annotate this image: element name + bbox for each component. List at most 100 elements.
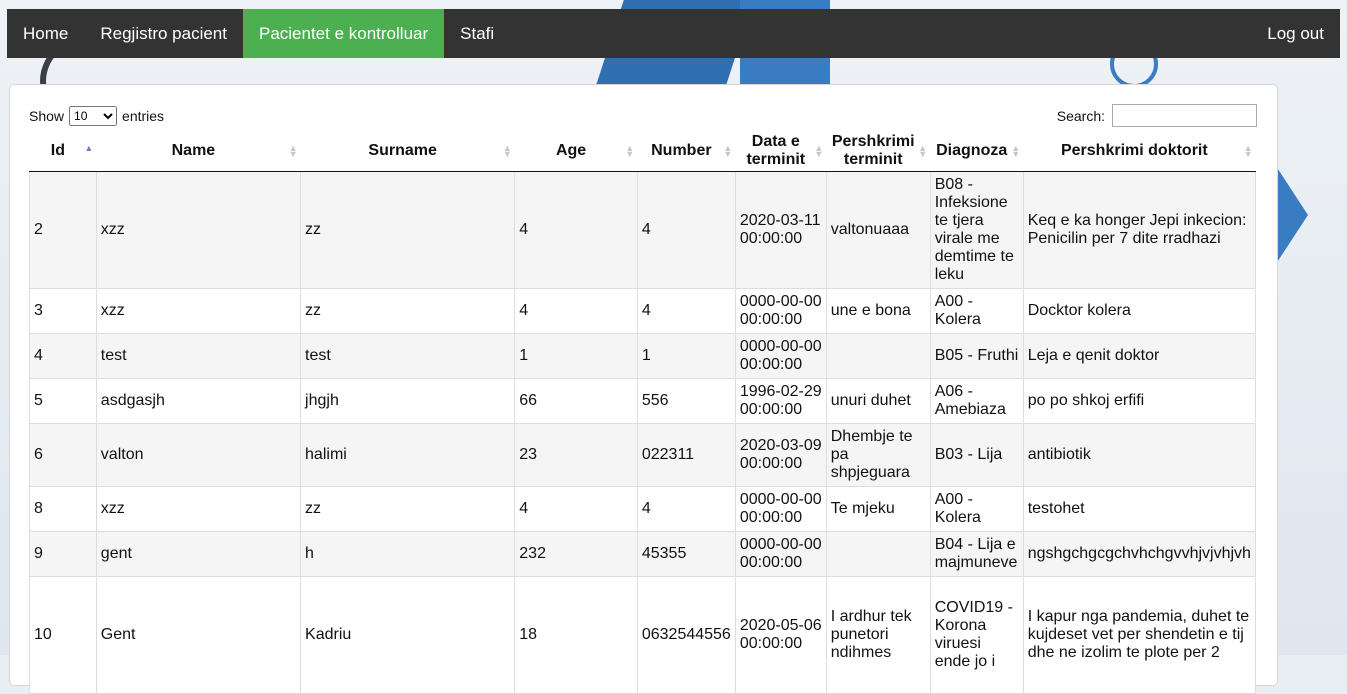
top-navigation: Home Regjistro pacient Pacientet e kontr… xyxy=(7,9,1340,58)
cell-surname: Kadriu xyxy=(300,576,516,694)
table-row: 8 xzz zz 4 4 0000-00-00 00:00:00 Te mjek… xyxy=(29,486,1257,532)
table-header-row: Id ▲ Name ▲ ▼ Surname ▲ ▼ Age ▲ ▼ Number ▲ ▼ Data… xyxy=(29,131,1256,172)
nav-home[interactable]: Home xyxy=(7,9,84,58)
cell-number: 0632544556 xyxy=(636,576,736,694)
entries-select[interactable]: 10 xyxy=(69,106,118,126)
cell-name: test xyxy=(95,333,302,379)
cell-doctor-description: testohet xyxy=(1022,486,1257,532)
cell-surname: zz xyxy=(300,171,516,289)
show-label: Show xyxy=(29,108,65,124)
cell-number: 4 xyxy=(636,486,736,532)
cell-diagnosis: COVID19 - Korona viruesi ende jo i xyxy=(929,576,1024,694)
cell-surname: jhgjh xyxy=(300,378,516,424)
cell-number: 4 xyxy=(636,288,736,334)
cell-name: xzz xyxy=(95,486,302,532)
cell-name: asdgasjh xyxy=(95,378,302,424)
cell-name: valton xyxy=(95,423,302,487)
column-header-id[interactable]: Id ▲ xyxy=(29,131,97,172)
cell-number: 556 xyxy=(636,378,736,424)
cell-surname: h xyxy=(300,531,516,577)
cell-id: 4 xyxy=(29,333,97,379)
logout-link[interactable]: Log out xyxy=(1251,9,1340,58)
nav-register-patient[interactable]: Regjistro pacient xyxy=(84,9,243,58)
cell-number: 022311 xyxy=(636,423,736,487)
patients-panel: Show 10 entries Search: Id ▲ Name ▲ ▼ Surna… xyxy=(9,84,1278,694)
cell-number: 1 xyxy=(636,333,736,379)
cell-diagnosis: B04 - Lija e majmuneve xyxy=(929,531,1024,577)
entries-label: entries xyxy=(122,108,165,124)
table-row: 9 gent h 232 45355 0000-00-00 00:00:00 B… xyxy=(29,531,1257,577)
cell-doctor-description: antibiotik xyxy=(1022,423,1257,487)
cell-age: 18 xyxy=(514,576,638,694)
cell-age: 1 xyxy=(514,333,638,379)
cell-date: 0000-00-00 00:00:00 xyxy=(734,486,827,532)
sort-icon: ▲ ▼ xyxy=(625,143,635,159)
table-row: 4 test test 1 1 0000-00-00 00:00:00 B05 … xyxy=(29,333,1257,379)
cell-appointment-description: une e bona xyxy=(825,288,931,334)
cell-id: 8 xyxy=(29,486,97,532)
cell-diagnosis: B08 - Infeksione te tjera virale me demt… xyxy=(929,171,1024,289)
column-header-age[interactable]: Age ▲ ▼ xyxy=(514,131,638,172)
cell-date: 0000-00-00 00:00:00 xyxy=(734,531,827,577)
cell-date: 0000-00-00 00:00:00 xyxy=(734,333,827,379)
cell-name: gent xyxy=(95,531,302,577)
entries-control: Show 10 entries xyxy=(29,106,164,126)
patients-table: Id ▲ Name ▲ ▼ Surname ▲ ▼ Age ▲ ▼ Number ▲ ▼ Data… xyxy=(29,131,1257,694)
column-header-surname[interactable]: Surname ▲ ▼ xyxy=(300,131,515,172)
cell-date: 0000-00-00 00:00:00 xyxy=(734,288,827,334)
column-header-name[interactable]: Name ▲ ▼ xyxy=(96,131,301,172)
sort-icon: ▲ ▼ xyxy=(288,143,298,159)
cell-id: 10 xyxy=(29,576,97,694)
sort-icon: ▲ ▼ xyxy=(814,143,824,159)
search-input[interactable] xyxy=(1112,104,1257,127)
cell-doctor-description: Keq e ka honger Jepi inkecion: Penicilin… xyxy=(1022,171,1257,289)
column-header-number[interactable]: Number ▲ ▼ xyxy=(637,131,736,172)
cell-id: 5 xyxy=(29,378,97,424)
search-label: Search: xyxy=(1056,107,1105,124)
cell-surname: zz xyxy=(300,288,516,334)
cell-appointment-description: Dhembje te pa shpjeguara xyxy=(825,423,931,487)
cell-doctor-description: I kapur nga pandemia, duhet te kujdeset … xyxy=(1022,576,1257,694)
cell-age: 4 xyxy=(514,171,638,289)
sort-ascending-icon: ▲ xyxy=(84,143,94,153)
sort-icon: ▲ ▼ xyxy=(723,143,733,159)
column-header-appointment-date[interactable]: Data e terminit ▲ ▼ xyxy=(735,131,827,172)
cell-age: 23 xyxy=(514,423,638,487)
cell-surname: halimi xyxy=(300,423,516,487)
cell-doctor-description: po po shkoj erfifi xyxy=(1022,378,1257,424)
sort-icon: ▲ ▼ xyxy=(918,143,928,159)
table-row: 10 Gent Kadriu 18 0632544556 2020-05-06 … xyxy=(29,576,1257,694)
table-row: 5 asdgasjh jhgjh 66 556 1996-02-29 00:00… xyxy=(29,378,1257,424)
column-header-diagnosis[interactable]: Diagnoza ▲ ▼ xyxy=(930,131,1024,172)
cell-id: 6 xyxy=(29,423,97,487)
sort-icon: ▲ ▼ xyxy=(1243,143,1253,159)
table-row: 3 xzz zz 4 4 0000-00-00 00:00:00 une e b… xyxy=(29,288,1257,334)
cell-diagnosis: B03 - Lija xyxy=(929,423,1024,487)
cell-date: 1996-02-29 00:00:00 xyxy=(734,378,827,424)
cell-doctor-description: Docktor kolera xyxy=(1022,288,1257,334)
column-header-appointment-description[interactable]: Pershkrimi terminit ▲ ▼ xyxy=(826,131,931,172)
cell-appointment-description xyxy=(825,333,931,379)
table-row: 2 xzz zz 4 4 2020-03-11 00:00:00 valtonu… xyxy=(29,171,1257,289)
cell-name: xzz xyxy=(95,288,302,334)
search-control: Search: xyxy=(1057,104,1257,127)
nav-staff[interactable]: Stafi xyxy=(444,9,510,58)
cell-number: 4 xyxy=(636,171,736,289)
cell-date: 2020-03-11 00:00:00 xyxy=(734,171,827,289)
cell-age: 66 xyxy=(514,378,638,424)
cell-date: 2020-05-06 00:00:00 xyxy=(734,576,827,694)
cell-surname: zz xyxy=(300,486,516,532)
nav-checked-patients[interactable]: Pacientet e kontrolluar xyxy=(242,9,445,58)
sort-icon: ▲ ▼ xyxy=(1011,143,1021,159)
cell-doctor-description: Leja e qenit doktor xyxy=(1022,333,1257,379)
cell-diagnosis: A00 - Kolera xyxy=(929,486,1024,532)
cell-diagnosis: B05 - Fruthi xyxy=(929,333,1024,379)
table-row: 6 valton halimi 23 022311 2020-03-09 00:… xyxy=(29,423,1257,487)
cell-number: 45355 xyxy=(636,531,736,577)
cell-appointment-description: valtonuaaa xyxy=(825,171,931,289)
column-header-doctor-description[interactable]: Pershkrimi doktorit ▲ ▼ xyxy=(1023,131,1256,172)
cell-diagnosis: A00 - Kolera xyxy=(929,288,1024,334)
cell-age: 4 xyxy=(514,288,638,334)
cell-appointment-description xyxy=(825,531,931,577)
cell-appointment-description: unuri duhet xyxy=(825,378,931,424)
